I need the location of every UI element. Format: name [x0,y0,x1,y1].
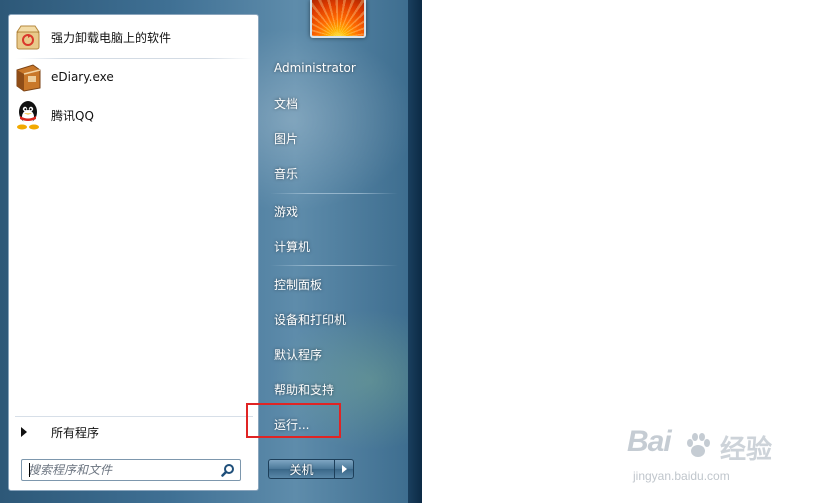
qq-penguin-icon [13,100,43,130]
programs-pane: 强力卸载电脑上的软件 eDiary.exe 腾讯QQ 所有程序 搜索程序和文件 [8,14,259,491]
watermark-brand: Bai [627,425,672,458]
watermark-url: jingyan.baidu.com [633,469,730,483]
baidu-jingyan-watermark: Bai 经验 jingyan.baidu.com [625,425,795,495]
right-item-music[interactable]: 音乐 [268,158,400,188]
watermark-brand-cn: 经验 [720,435,773,465]
text-cursor [29,463,30,477]
right-item-label: 帮助和支持 [274,382,335,397]
search-box[interactable] [21,459,241,481]
shutdown-button[interactable]: 关机 [268,459,334,479]
right-item-games[interactable]: 游戏 [268,196,400,226]
search-button[interactable] [218,461,238,479]
shutdown-options-button[interactable] [334,459,354,479]
all-programs-separator [15,416,253,417]
program-qq[interactable]: 腾讯QQ [13,97,253,133]
uninstall-box-icon [13,22,43,52]
desktop-screenshot: 强力卸载电脑上的软件 eDiary.exe 腾讯QQ 所有程序 搜索程序和文件 … [0,0,819,503]
program-uninstaller[interactable]: 强力卸载电脑上的软件 [13,19,253,55]
right-item-label: 计算机 [274,239,311,254]
right-item-devices-printers[interactable]: 设备和打印机 [268,304,400,334]
start-menu-frame-edge [408,0,422,503]
shutdown-label: 关机 [289,462,314,477]
right-item-default-programs[interactable]: 默认程序 [268,339,400,369]
right-item-label: 文档 [274,96,299,111]
user-picture[interactable] [310,0,366,38]
right-item-label: 控制面板 [274,277,323,292]
program-label: 腾讯QQ [51,108,94,123]
right-item-label: 音乐 [274,166,299,181]
all-programs-button[interactable]: 所有程序 [17,421,251,443]
flower-icon [312,0,364,36]
magnifier-icon [221,464,234,477]
right-separator [270,193,398,194]
start-menu: 强力卸载电脑上的软件 eDiary.exe 腾讯QQ 所有程序 搜索程序和文件 … [0,0,422,503]
right-item-label: 游戏 [274,204,299,219]
right-item-control-panel[interactable]: 控制面板 [268,269,400,299]
search-input[interactable] [22,462,210,478]
paw-icon [687,433,710,457]
program-label: 强力卸载电脑上的软件 [51,30,172,45]
right-item-help-support[interactable]: 帮助和支持 [268,374,400,404]
triangle-right-icon [21,427,27,437]
user-name-link[interactable]: Administrator [268,53,400,83]
diary-book-icon [13,62,43,92]
run-highlight-box [246,403,341,438]
right-item-label: 设备和打印机 [274,312,347,327]
right-item-computer[interactable]: 计算机 [268,231,400,261]
shutdown-control: 关机 [268,459,356,479]
triangle-right-icon [341,465,347,473]
program-ediary[interactable]: eDiary.exe [13,59,253,95]
user-name: Administrator [274,61,356,75]
all-programs-label: 所有程序 [51,425,100,440]
right-separator [270,265,398,266]
right-item-documents[interactable]: 文档 [268,88,400,118]
right-item-label: 图片 [274,131,299,146]
right-item-label: 默认程序 [274,347,323,362]
right-item-pictures[interactable]: 图片 [268,123,400,153]
program-label: eDiary.exe [51,70,114,84]
